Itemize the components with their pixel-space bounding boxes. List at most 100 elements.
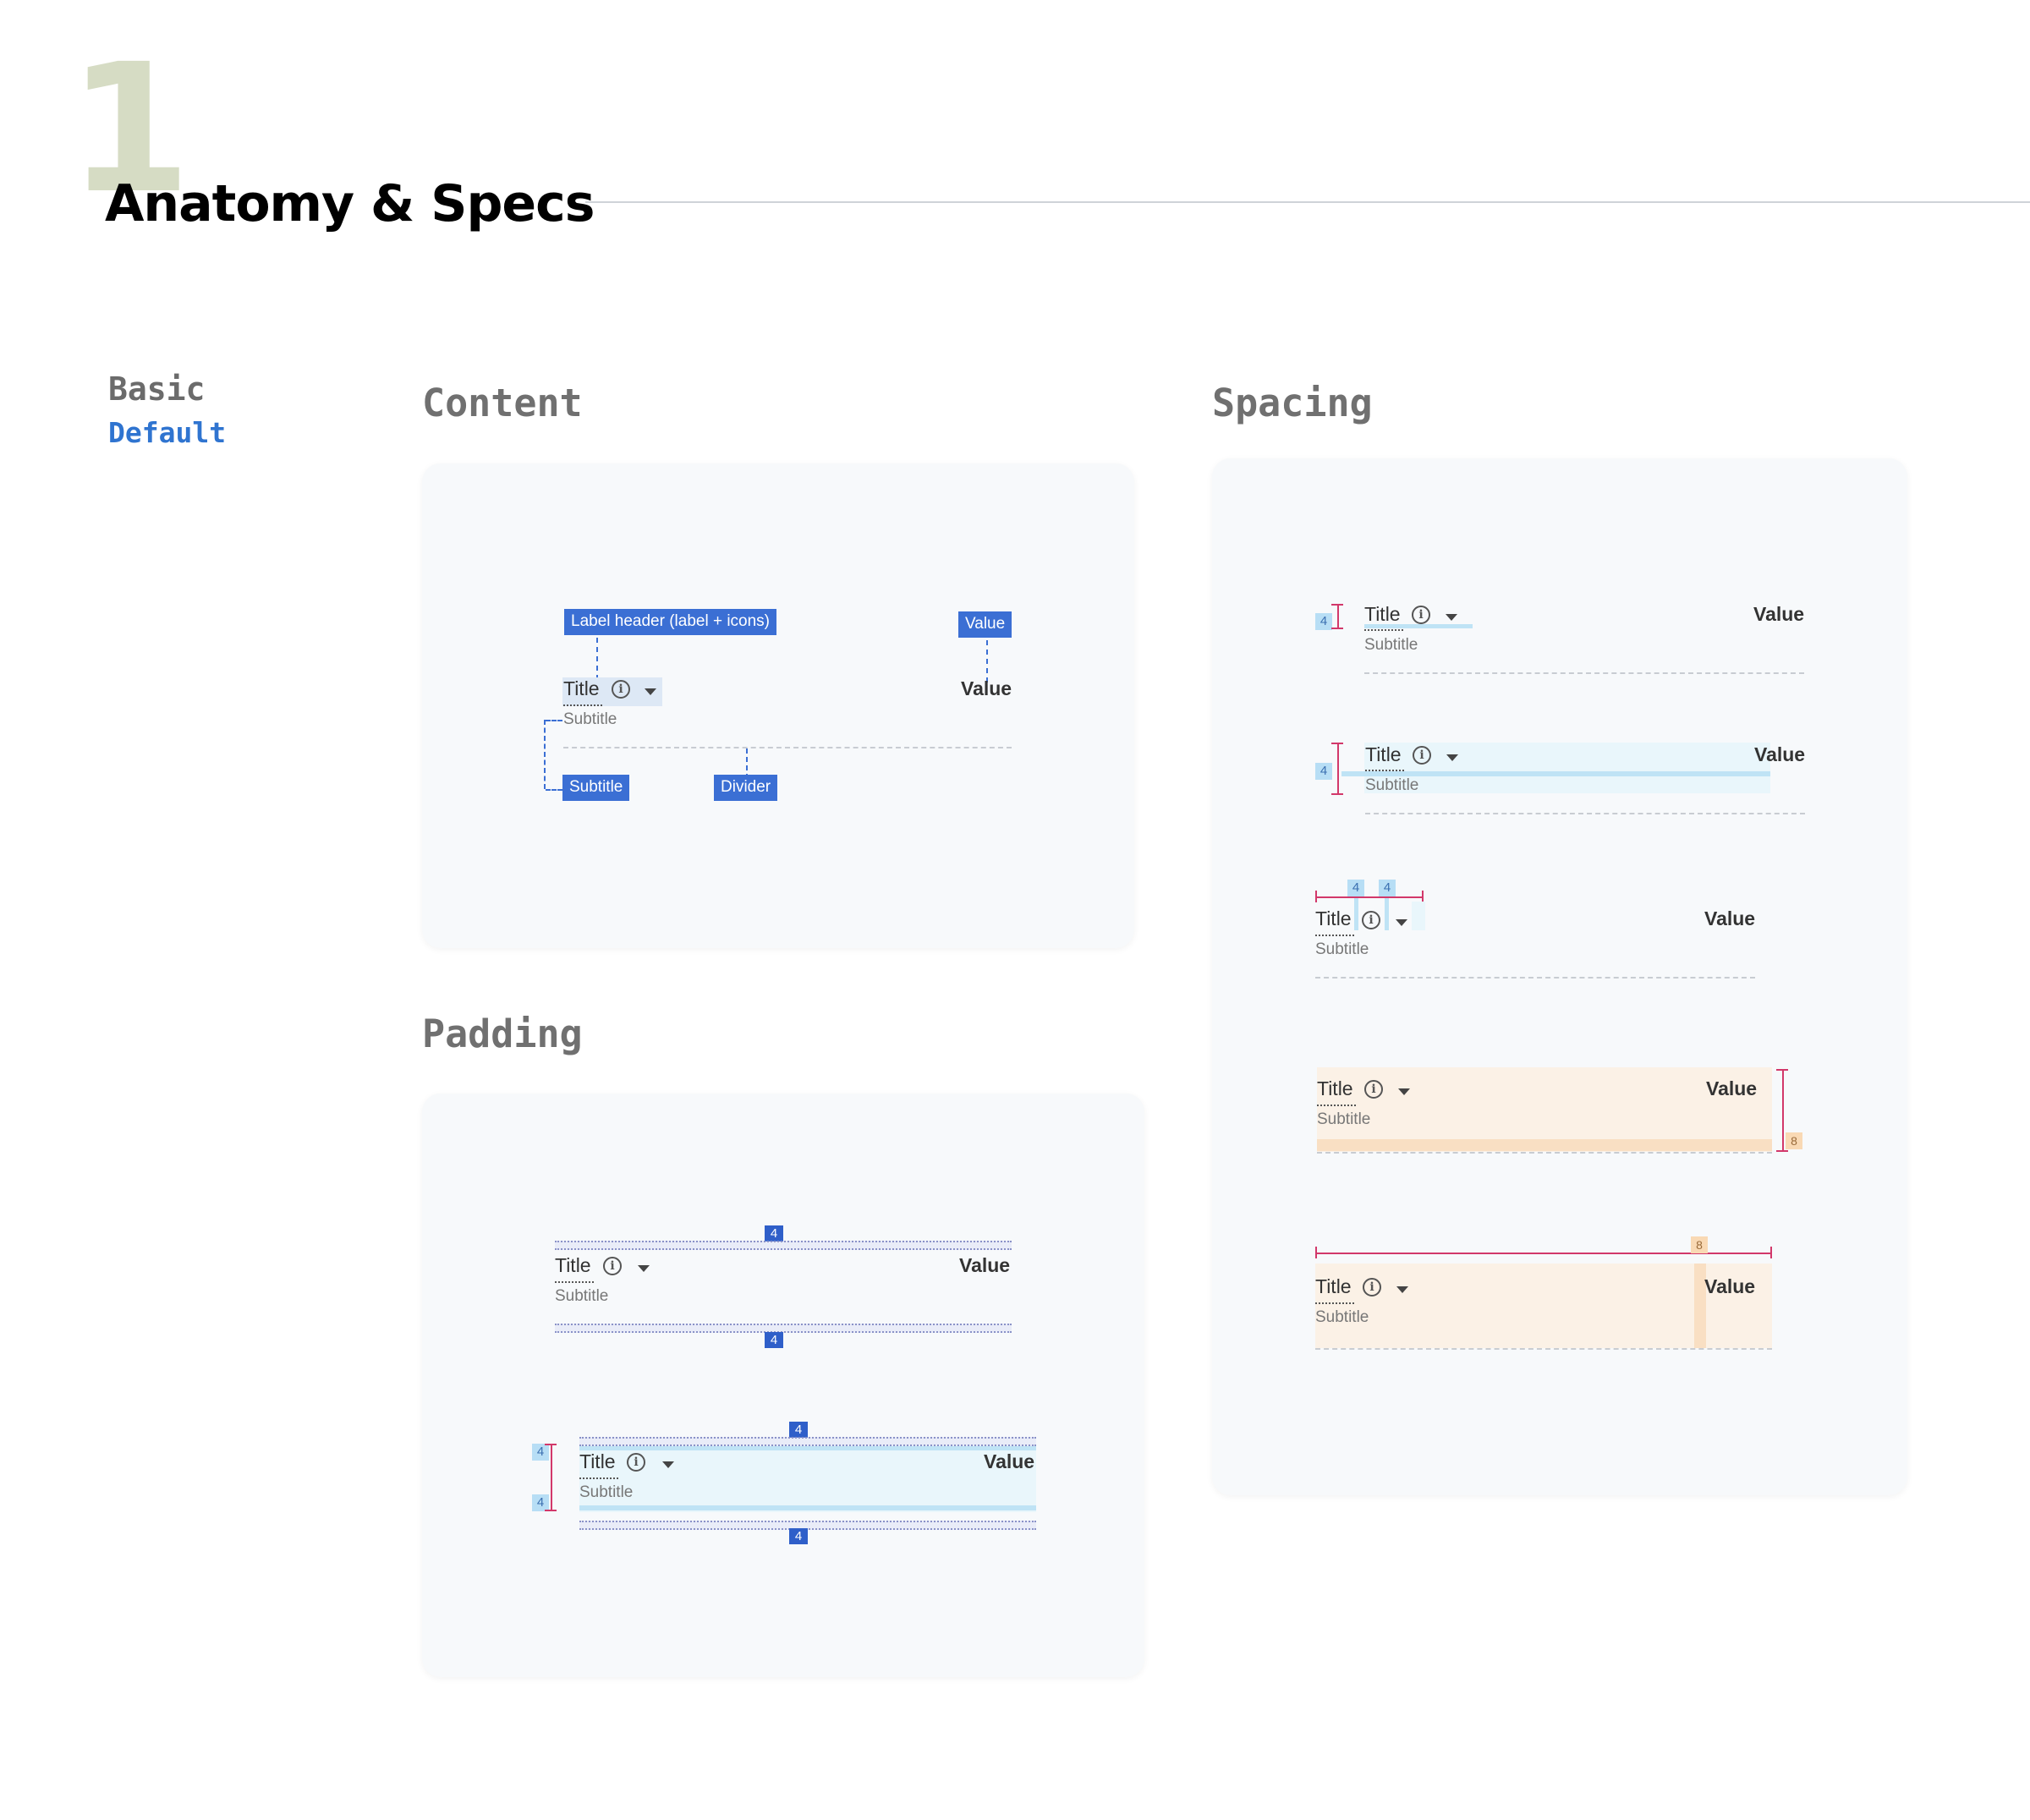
padding-top-band — [555, 1241, 1012, 1250]
height-measure — [551, 1444, 552, 1511]
padding-top-band-b — [579, 1437, 1036, 1446]
value-connector — [986, 640, 988, 682]
gap-measure-cap-bottom — [1331, 793, 1343, 795]
item-value: Value — [984, 1450, 1035, 1472]
item-subtitle: Subtitle — [1365, 776, 1419, 794]
item-subtitle: Subtitle — [579, 1483, 634, 1501]
gap-measure-cap-bottom — [1331, 628, 1343, 629]
header-width-cap-right — [1422, 891, 1424, 902]
caret-down-icon[interactable] — [1396, 919, 1407, 926]
padding-panel: 4 Title i Value Subtitle 4 4 4 4 Title i… — [422, 1094, 1144, 1677]
item-divider — [1365, 813, 1805, 814]
height-measure-cap-bottom — [545, 1510, 557, 1511]
item-divider — [1364, 672, 1804, 674]
content-panel: Label header (label + icons) Value Title… — [422, 463, 1134, 948]
item-title: Title — [555, 1254, 591, 1276]
item-divider — [563, 747, 1012, 748]
subtitle-connector-top — [546, 720, 562, 721]
item-value: Value — [1706, 1077, 1758, 1099]
icon-caret-gap — [1385, 898, 1389, 930]
caret-down-icon[interactable] — [638, 1265, 650, 1272]
title-underline — [563, 704, 602, 706]
info-icon[interactable]: i — [1362, 911, 1380, 929]
title-underline — [555, 1281, 594, 1283]
subtitle-connector-vertical — [544, 720, 546, 789]
item-subtitle: Subtitle — [563, 710, 617, 728]
caret-down-icon[interactable] — [1446, 614, 1457, 621]
spacing-section-title: Spacing — [1212, 381, 1373, 425]
value-tag: Value — [958, 611, 1012, 638]
row-width-cap-right — [1770, 1247, 1772, 1258]
item-value: Value — [961, 677, 1012, 699]
label-header-connector — [596, 638, 598, 680]
padding-bottom-badge-b: 4 — [789, 1528, 808, 1544]
item-title: Title — [579, 1450, 616, 1472]
padding-bottom-band-b — [579, 1521, 1036, 1530]
item-title: Title — [1317, 1077, 1353, 1099]
item-subtitle: Subtitle — [1364, 636, 1418, 654]
inner-bottom-badge: 4 — [532, 1494, 549, 1511]
item-divider — [1315, 1348, 1772, 1350]
padding-top-badge: 4 — [765, 1225, 783, 1242]
padding-bottom-badge: 4 — [765, 1332, 783, 1348]
category-label: Basic — [108, 370, 206, 408]
icon-gap-badge-1: 4 — [1347, 880, 1364, 896]
info-icon[interactable]: i — [612, 680, 630, 699]
row-height-measure — [1782, 1069, 1784, 1152]
gap-badge: 4 — [1315, 613, 1332, 630]
gap-measure — [1337, 743, 1339, 795]
item-title: Title — [1315, 907, 1352, 929]
item-subtitle: Subtitle — [1317, 1110, 1371, 1128]
info-icon[interactable]: i — [627, 1453, 645, 1472]
title-underline — [1364, 629, 1403, 631]
item-value: Value — [1753, 603, 1805, 625]
title-underline — [1317, 1105, 1356, 1106]
value-gap-badge: 8 — [1691, 1236, 1708, 1253]
item-subtitle: Subtitle — [1315, 940, 1369, 958]
caret-down-icon[interactable] — [1446, 754, 1458, 761]
caret-down-icon[interactable] — [1398, 1088, 1410, 1095]
item-value: Value — [959, 1254, 1011, 1276]
page-title: Anatomy & Specs — [105, 174, 595, 233]
item-value: Value — [1704, 1275, 1756, 1297]
item-title: Title — [1364, 603, 1401, 625]
item-title: Title — [1365, 743, 1402, 765]
info-icon[interactable]: i — [1364, 1080, 1383, 1099]
item-divider — [1317, 1152, 1772, 1154]
inner-bottom-padding — [579, 1505, 1036, 1510]
padding-section-title: Padding — [422, 1011, 583, 1056]
title-rule — [585, 201, 2030, 203]
inner-top-badge: 4 — [532, 1444, 549, 1461]
item-subtitle: Subtitle — [1315, 1308, 1369, 1326]
caret-down-icon[interactable] — [1396, 1286, 1408, 1293]
title-icon-gap — [1354, 898, 1358, 930]
info-icon[interactable]: i — [603, 1257, 622, 1275]
gap-measure-cap-top — [1331, 604, 1343, 606]
gap-badge: 4 — [1315, 763, 1332, 780]
row-height-cap-bottom — [1776, 1150, 1788, 1152]
caret-down-icon[interactable] — [645, 688, 656, 695]
padding-top-badge-b: 4 — [789, 1422, 808, 1438]
item-value: Value — [1754, 743, 1806, 765]
row-height-cap-top — [1776, 1069, 1788, 1071]
divider-tag: Divider — [714, 775, 778, 801]
label-header-tag: Label header (label + icons) — [564, 609, 777, 635]
icon-gap-badge-2: 4 — [1379, 880, 1396, 896]
row-content-area — [579, 1446, 1036, 1512]
info-icon[interactable]: i — [1363, 1278, 1381, 1296]
item-value: Value — [1704, 907, 1756, 929]
header-width-cap-left — [1315, 891, 1317, 902]
content-section-title: Content — [422, 381, 583, 425]
header-width-measure — [1315, 896, 1424, 898]
inner-top-padding — [579, 1446, 1036, 1450]
info-icon[interactable]: i — [1413, 746, 1431, 765]
category-variant: Default — [108, 416, 227, 449]
gap-measure — [1337, 604, 1339, 629]
caret-area — [1412, 902, 1425, 930]
item-subtitle: Subtitle — [555, 1287, 609, 1305]
item-title: Title — [563, 677, 600, 699]
caret-down-icon[interactable] — [662, 1461, 674, 1468]
subtitle-connector-bottom — [546, 789, 562, 791]
info-icon[interactable]: i — [1412, 606, 1430, 624]
title-underline — [1315, 1302, 1354, 1304]
